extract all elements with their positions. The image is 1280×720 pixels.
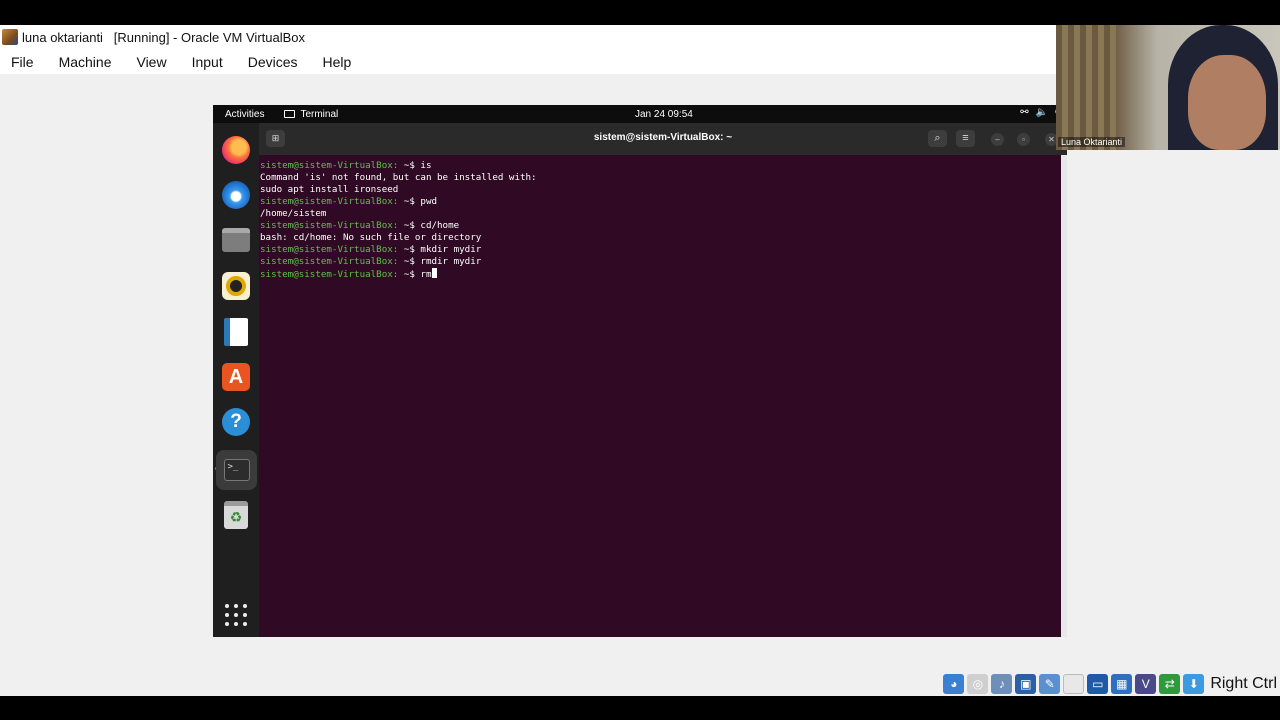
files-icon: [222, 228, 250, 252]
shared-folder-icon[interactable]: [1063, 674, 1085, 694]
activities-button[interactable]: Activities: [225, 109, 264, 120]
terminal-output-text: /home/sistem: [260, 208, 327, 219]
webcam-background: [1056, 25, 1116, 150]
terminal-line: bash: cd/home: No such file or directory: [260, 232, 1061, 244]
participant-name-label: Luna Oktarianti: [1058, 137, 1126, 147]
menu-input[interactable]: Input: [192, 54, 223, 70]
maximize-icon: ▫: [1022, 135, 1025, 144]
host-key-label[interactable]: Right Ctrl: [1210, 675, 1277, 693]
display-icon[interactable]: ▭: [1087, 674, 1109, 694]
menu-help[interactable]: Help: [323, 54, 352, 70]
terminal-line: sistem@sistem-VirtualBox: ~$ mkdir mydir: [260, 244, 1061, 256]
terminal-line: Command 'is' not found, but can be insta…: [260, 172, 1061, 184]
writer-icon: [224, 318, 248, 346]
terminal-output-text: bash: cd/home: No such file or directory: [260, 232, 482, 243]
dock-firefox[interactable]: [221, 135, 251, 165]
hard-disk-icon[interactable]: ◕: [943, 674, 965, 694]
terminal-command: ~$ rmdir mydir: [398, 256, 482, 267]
app-menu-label: Terminal: [300, 108, 339, 120]
minimize-button[interactable]: –: [991, 133, 1004, 146]
terminal-command: ~$ mkdir mydir: [398, 244, 482, 255]
network-icon[interactable]: ⚯: [1020, 107, 1028, 118]
dock-rhythmbox[interactable]: [221, 271, 251, 301]
terminal-prompt: sistem@sistem-VirtualBox:: [260, 196, 399, 207]
dock-ubuntu-software[interactable]: A: [221, 362, 251, 392]
menu-button[interactable]: ≡: [956, 130, 975, 147]
app-menu-terminal[interactable]: Terminal: [284, 109, 338, 120]
terminal-prompt: sistem@sistem-VirtualBox:: [260, 160, 399, 171]
grid-icon: [225, 604, 247, 626]
terminal-output-text: sudo apt install ironseed: [260, 184, 399, 195]
dock-libreoffice-writer[interactable]: [221, 317, 251, 347]
participant-face: [1188, 55, 1266, 150]
terminal-scrollbar[interactable]: [1061, 155, 1067, 637]
letterbox-top: [0, 0, 1280, 25]
terminal-prompt: sistem@sistem-VirtualBox:: [260, 256, 399, 267]
virtualbox-app-icon: [2, 29, 18, 45]
terminal-line: /home/sistem: [260, 208, 1061, 220]
terminal-line: sistem@sistem-VirtualBox: ~$ rm: [260, 268, 1061, 280]
terminal-line: sistem@sistem-VirtualBox: ~$ is: [260, 160, 1061, 172]
terminal-command: ~$ cd/home: [398, 220, 460, 231]
terminal-line: sistem@sistem-VirtualBox: ~$ pwd: [260, 196, 1061, 208]
terminal-prompt: sistem@sistem-VirtualBox:: [260, 244, 399, 255]
terminal-cursor: [431, 268, 437, 278]
software-store-icon: A: [222, 363, 250, 391]
dock-trash[interactable]: ♻: [221, 500, 251, 530]
terminal-command: ~$ rm: [398, 269, 432, 280]
audio-icon[interactable]: ♪: [991, 674, 1013, 694]
terminal-output-text: Command 'is' not found, but can be insta…: [260, 172, 537, 183]
terminal-app-icon: [284, 110, 296, 118]
close-icon: ✕: [1048, 135, 1055, 144]
cpu-icon[interactable]: V: [1135, 674, 1157, 694]
thunderbird-icon: [222, 181, 250, 209]
terminal-prompt: sistem@sistem-VirtualBox:: [260, 220, 399, 231]
terminal-output[interactable]: sistem@sistem-VirtualBox: ~$ is Command '…: [259, 155, 1061, 637]
recording-icon[interactable]: ▦: [1111, 674, 1133, 694]
gnome-top-bar: Activities Terminal Jan 24 09:54 ⚯ 🔈 ⏻: [213, 105, 1067, 123]
terminal-headerbar: ⊞ sistem@sistem-VirtualBox: ~ ⌕ ≡ – ▫ ✕: [259, 123, 1067, 155]
menu-file[interactable]: File: [11, 54, 34, 70]
vm-screen[interactable]: Activities Terminal Jan 24 09:54 ⚯ 🔈 ⏻ A…: [213, 105, 1067, 637]
dock-terminal[interactable]: >_: [216, 450, 257, 490]
search-button[interactable]: ⌕: [928, 130, 947, 147]
terminal-line: sudo apt install ironseed: [260, 184, 1061, 196]
terminal-icon: >_: [223, 459, 250, 481]
keyboard-icon[interactable]: ⬇: [1183, 674, 1205, 694]
rhythmbox-icon: [222, 272, 250, 300]
dock-thunderbird[interactable]: [221, 180, 251, 210]
mouse-integration-icon[interactable]: ⇄: [1159, 674, 1181, 694]
clock[interactable]: Jan 24 09:54: [635, 109, 693, 120]
network-adapter-icon[interactable]: ▣: [1015, 674, 1037, 694]
window-title: luna oktarianti [Running] - Oracle VM Vi…: [22, 29, 306, 45]
letterbox-bottom: [0, 696, 1280, 720]
webcam-overlay: Luna Oktarianti: [1056, 25, 1280, 150]
ubuntu-dock: A ? >_ ♻: [213, 123, 259, 637]
menu-machine[interactable]: Machine: [59, 54, 112, 70]
menu-view[interactable]: View: [136, 54, 166, 70]
maximize-button[interactable]: ▫: [1017, 133, 1030, 146]
terminal-prompt: sistem@sistem-VirtualBox:: [260, 269, 399, 280]
terminal-line: sistem@sistem-VirtualBox: ~$ cd/home: [260, 220, 1061, 232]
hamburger-icon: ≡: [962, 132, 969, 144]
menu-devices[interactable]: Devices: [248, 54, 298, 70]
optical-drive-icon[interactable]: ◎: [967, 674, 989, 694]
dock-files[interactable]: [221, 225, 251, 255]
search-icon: ⌕: [934, 132, 941, 144]
terminal-line: sistem@sistem-VirtualBox: ~$ rmdir mydir: [260, 256, 1061, 268]
minimize-icon: –: [995, 135, 1000, 144]
terminal-command: ~$ is: [398, 160, 432, 171]
trash-icon: ♻: [224, 501, 248, 529]
volume-icon[interactable]: 🔈: [1036, 107, 1048, 118]
firefox-icon: [222, 136, 250, 164]
dock-help[interactable]: ?: [221, 407, 251, 437]
vm-statusbar: ◕ ◎ ♪ ▣ ✎ ▭ ▦ V ⇄ ⬇ Right Ctrl: [943, 673, 1277, 695]
dock-show-apps[interactable]: [221, 600, 251, 630]
terminal-command: ~$ pwd: [398, 196, 438, 207]
help-icon: ?: [222, 408, 250, 436]
usb-icon[interactable]: ✎: [1039, 674, 1061, 694]
